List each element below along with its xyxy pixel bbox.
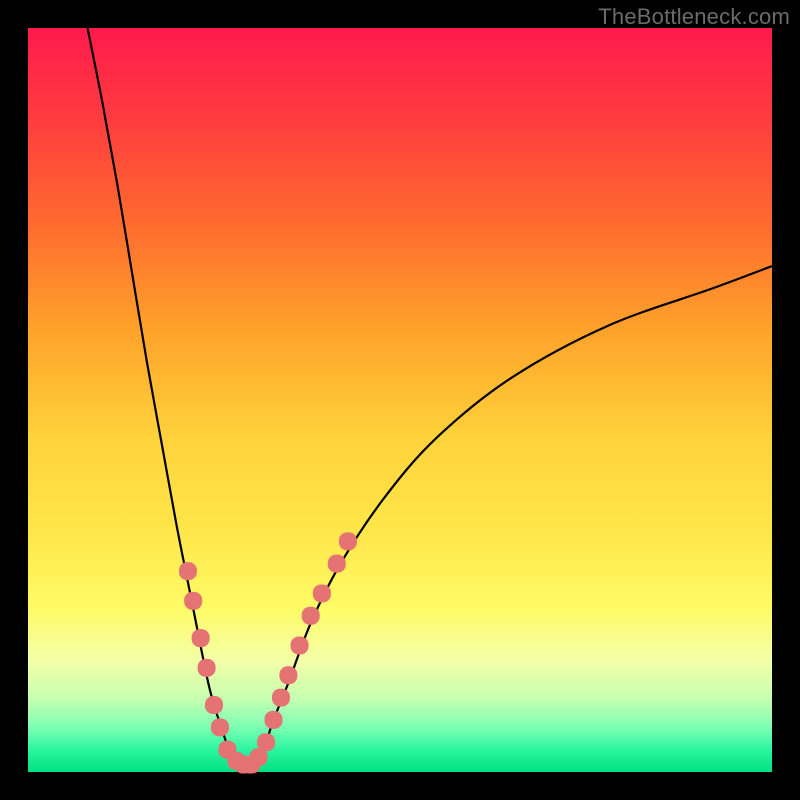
curve-marker [184,592,202,610]
curve-marker [205,696,223,714]
curve-marker [302,607,320,625]
curve-marker [313,584,331,602]
curve-marker [192,629,210,647]
curve-marker [291,637,309,655]
bottleneck-curve [88,28,772,765]
curve-marker [211,718,229,736]
watermark-text: TheBottleneck.com [598,4,790,30]
curve-markers [179,532,357,773]
chart-svg [28,28,772,772]
curve-marker [179,562,197,580]
curve-marker [339,532,357,550]
curve-marker [328,555,346,573]
curve-marker [272,689,290,707]
curve-marker [198,659,216,677]
curve-marker [265,711,283,729]
curve-marker [279,666,297,684]
curve-marker [257,733,275,751]
chart-frame: TheBottleneck.com [0,0,800,800]
chart-plot-area [28,28,772,772]
